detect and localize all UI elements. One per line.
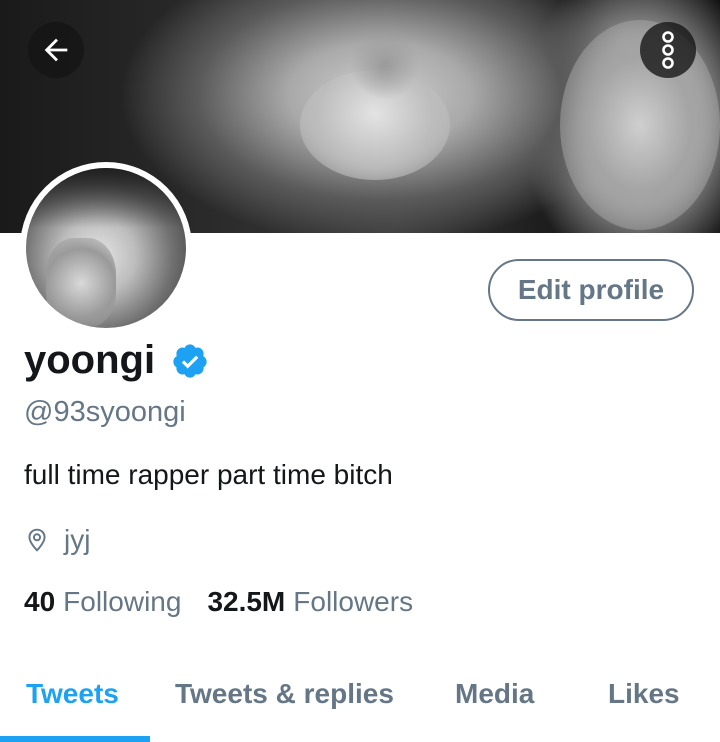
followers-label: Followers [293, 586, 414, 617]
location-text: jyj [64, 524, 91, 555]
more-vertical-icon [662, 31, 674, 69]
following-count: 40 [24, 586, 56, 617]
tab-media[interactable]: Media [455, 678, 534, 710]
active-tab-indicator [0, 736, 150, 742]
followers-count: 32.5M [207, 586, 286, 617]
profile-tabs: Tweets Tweets & replies Media Likes [0, 656, 720, 742]
display-name-row: yoongi [24, 338, 209, 383]
edit-profile-label: Edit profile [517, 274, 665, 305]
location-pin-icon [28, 528, 46, 552]
user-handle: @93syoongi [24, 396, 186, 428]
tab-tweets[interactable]: Tweets [26, 678, 119, 710]
avatar[interactable] [20, 162, 192, 334]
avatar-image [26, 168, 186, 328]
user-bio: full time rapper part time bitch [24, 459, 393, 490]
tab-likes[interactable]: Likes [608, 678, 680, 710]
banner-photo-detail [350, 30, 420, 100]
tab-tweets-replies[interactable]: Tweets & replies [175, 678, 394, 710]
verified-badge-icon [173, 343, 207, 378]
back-button[interactable] [28, 22, 84, 78]
edit-profile-button[interactable]: Edit profile [488, 259, 694, 321]
followers-link[interactable]: 32.5M Followers [207, 586, 413, 618]
following-link[interactable]: 40 Following [24, 586, 181, 618]
follow-stats: 40 Following 32.5M Followers [24, 586, 413, 618]
following-label: Following [63, 586, 182, 617]
arrow-left-icon [44, 38, 68, 62]
display-name: yoongi [24, 338, 156, 382]
location-row: jyj [24, 524, 90, 556]
more-options-button[interactable] [640, 22, 696, 78]
